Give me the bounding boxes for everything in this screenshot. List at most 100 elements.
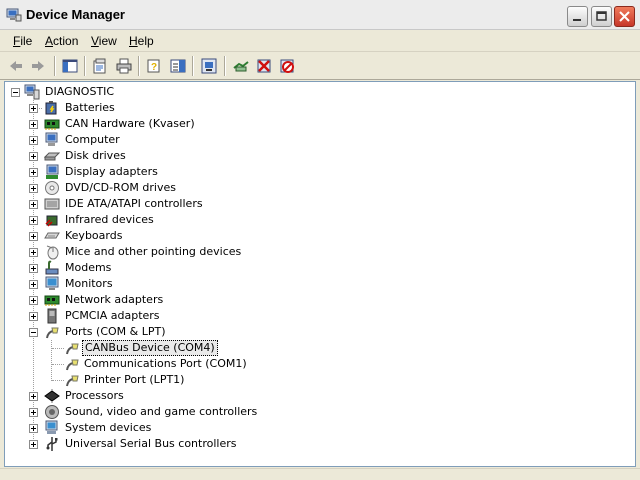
expand-toggle[interactable] [29,440,38,449]
expand-toggle[interactable] [29,280,38,289]
close-button[interactable] [614,6,635,27]
tree-item-processors[interactable]: Processors [5,388,305,404]
menu-view-label: iew [98,34,117,48]
menu-bar: File Action View Help [0,30,640,52]
tree-item-label: Communications Port (COM1) [84,357,247,370]
export-list-button[interactable] [168,56,188,76]
expand-toggle[interactable] [29,232,38,241]
tree-item-label: Batteries [65,101,115,114]
processor-icon [44,388,60,404]
expand-toggle[interactable] [29,136,38,145]
collapse-toggle[interactable] [29,328,38,337]
tree-item-ide-controllers[interactable]: IDE ATA/ATAPI controllers [5,196,305,212]
mouse-icon [44,244,60,260]
toolbar-separator [138,56,140,76]
tree-item-disk-drives[interactable]: Disk drives [5,148,305,164]
properties-icon [93,58,106,74]
tree-item-canbus-device[interactable]: CANBus Device (COM4) [5,340,305,356]
expand-toggle[interactable] [29,392,38,401]
menu-action-label: ction [53,34,79,48]
tree-item-display-adapters[interactable]: Display adapters [5,164,305,180]
scan-hardware-button[interactable] [231,56,251,76]
disable-button[interactable] [277,56,297,76]
tree-item-label: CAN Hardware (Kvaser) [65,117,195,130]
tree-root[interactable]: DIAGNOSTIC [5,84,205,100]
tree-item-label: DVD/CD-ROM drives [65,181,176,194]
expand-toggle[interactable] [29,104,38,113]
show-hide-tree-button[interactable] [60,56,80,76]
tree-item-label: Sound, video and game controllers [65,405,258,418]
device-tree[interactable]: DIAGNOSTIC Batteries CAN Hardware (Kvase… [4,81,636,467]
expand-toggle[interactable] [29,408,38,417]
tree-item-label: Universal Serial Bus controllers [65,437,237,450]
tree-item-mice[interactable]: Mice and other pointing devices [5,244,305,260]
expand-toggle[interactable] [29,296,38,305]
properties-button[interactable] [90,56,110,76]
tree-item-can-hardware[interactable]: CAN Hardware (Kvaser) [5,116,305,132]
expand-toggle[interactable] [29,248,38,257]
toolbar: ? [0,52,640,80]
usb-icon [44,436,60,452]
speaker-icon [44,404,60,420]
tree-item-label: Network adapters [65,293,164,306]
modem-icon [44,260,60,276]
device-manager-icon [6,7,22,23]
expand-toggle[interactable] [29,424,38,433]
collapse-toggle[interactable] [11,88,20,97]
computer-icon [44,132,60,148]
network-card-icon [44,292,60,308]
uninstall-button[interactable] [254,56,274,76]
help-icon: ? [147,59,160,73]
display-adapter-icon [44,164,60,180]
tree-item-communications-port[interactable]: Communications Port (COM1) [5,356,305,372]
tree-item-label: System devices [65,421,152,434]
tree-item-monitors[interactable]: Monitors [5,276,305,292]
title-bar[interactable]: Device Manager [0,0,640,30]
tree-item-label: PCMCIA adapters [65,309,160,322]
keyboard-icon [44,228,60,244]
tree-item-sound-video[interactable]: Sound, video and game controllers [5,404,305,420]
tree-item-pcmcia[interactable]: PCMCIA adapters [5,308,305,324]
toolbar-separator [224,56,226,76]
toolbar-separator [192,56,194,76]
forward-button[interactable] [28,56,48,76]
maximize-button[interactable] [591,6,612,27]
tree-item-label: Mice and other pointing devices [65,245,242,258]
status-bar [0,468,640,480]
tree-item-label: Modems [65,261,112,274]
tree-item-dvd-cdrom[interactable]: DVD/CD-ROM drives [5,180,305,196]
tree-item-computer[interactable]: Computer [5,132,305,148]
expand-toggle[interactable] [29,168,38,177]
close-icon [619,11,630,22]
expand-toggle[interactable] [29,184,38,193]
back-button[interactable] [6,56,26,76]
minimize-button[interactable] [567,6,588,27]
tree-item-keyboards[interactable]: Keyboards [5,228,305,244]
tree-item-infrared[interactable]: Infrared devices [5,212,305,228]
expand-toggle[interactable] [29,200,38,209]
tree-item-network-adapters[interactable]: Network adapters [5,292,305,308]
tree-item-modems[interactable]: Modems [5,260,305,276]
update-driver-button[interactable] [199,56,219,76]
menu-help[interactable]: Help [129,34,154,48]
battery-icon [44,100,60,116]
expand-toggle[interactable] [29,152,38,161]
menu-file[interactable]: File [13,34,32,48]
menu-action[interactable]: Action [45,34,78,48]
tree-item-usb-controllers[interactable]: Universal Serial Bus controllers [5,436,305,452]
tree-item-label: IDE ATA/ATAPI controllers [65,197,203,210]
expand-toggle[interactable] [29,312,38,321]
expand-toggle[interactable] [29,264,38,273]
tree-item-label: Printer Port (LPT1) [84,373,185,386]
expand-toggle[interactable] [29,120,38,129]
tree-item-ports[interactable]: Ports (COM & LPT) [5,324,305,340]
print-button[interactable] [114,56,134,76]
tree-root-label: DIAGNOSTIC [45,85,115,98]
expand-toggle[interactable] [29,216,38,225]
help-button[interactable]: ? [144,56,164,76]
maximize-icon [596,11,607,21]
tree-item-system-devices[interactable]: System devices [5,420,305,436]
tree-item-batteries[interactable]: Batteries [5,100,305,116]
tree-item-printer-port[interactable]: Printer Port (LPT1) [5,372,305,388]
menu-view[interactable]: View [91,34,117,48]
